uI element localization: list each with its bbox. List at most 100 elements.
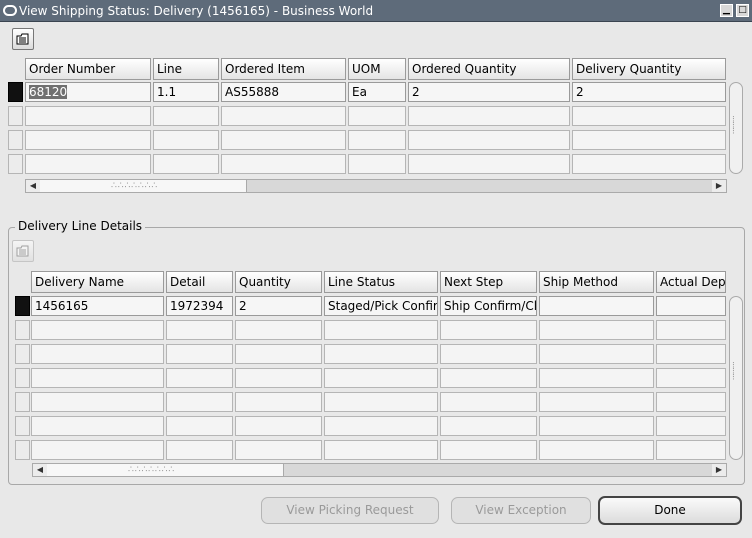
table-cell[interactable]: 2: [235, 296, 322, 316]
empty-cell[interactable]: [153, 154, 219, 174]
column-header[interactable]: Order Number: [25, 58, 151, 80]
empty-cell[interactable]: [440, 344, 537, 364]
empty-cell[interactable]: [656, 320, 726, 340]
empty-cell[interactable]: [539, 440, 654, 460]
table-cell[interactable]: [656, 296, 726, 316]
empty-cell[interactable]: [408, 154, 570, 174]
column-header[interactable]: Next Step: [440, 271, 537, 293]
column-header[interactable]: Ordered Item: [221, 58, 346, 80]
row-indicator[interactable]: [15, 296, 30, 316]
empty-cell[interactable]: [166, 368, 233, 388]
row-indicator[interactable]: [15, 440, 30, 460]
empty-cell[interactable]: [221, 106, 346, 126]
empty-cell[interactable]: [221, 130, 346, 150]
order-lines-vscroll[interactable]: ⁝ ⁝ ⁝: [729, 82, 743, 174]
row-indicator[interactable]: [15, 368, 30, 388]
row-indicator[interactable]: [15, 392, 30, 412]
row-indicator[interactable]: [15, 320, 30, 340]
empty-cell[interactable]: [235, 440, 322, 460]
details-hscroll[interactable]: ◀ ∴∴∴∴∴∴∴ ▶: [32, 463, 727, 477]
row-indicator[interactable]: [8, 106, 23, 126]
empty-cell[interactable]: [572, 106, 726, 126]
details-vscroll[interactable]: ⁝ ⁝ ⁝: [729, 296, 743, 460]
table-cell[interactable]: [539, 296, 654, 316]
empty-cell[interactable]: [656, 416, 726, 436]
row-indicator[interactable]: [15, 344, 30, 364]
empty-cell[interactable]: [440, 368, 537, 388]
table-cell[interactable]: Ea: [348, 82, 406, 102]
table-cell[interactable]: 1.1: [153, 82, 219, 102]
column-header[interactable]: UOM: [348, 58, 406, 80]
empty-cell[interactable]: [440, 320, 537, 340]
empty-cell[interactable]: [25, 154, 151, 174]
column-header[interactable]: Quantity: [235, 271, 322, 293]
empty-cell[interactable]: [235, 416, 322, 436]
folder-tools-button[interactable]: [12, 28, 34, 50]
scroll-right-arrow[interactable]: ▶: [712, 180, 726, 192]
empty-cell[interactable]: [166, 440, 233, 460]
empty-cell[interactable]: [539, 320, 654, 340]
empty-cell[interactable]: [324, 440, 438, 460]
row-indicator[interactable]: [15, 416, 30, 436]
empty-cell[interactable]: [31, 344, 164, 364]
empty-cell[interactable]: [348, 130, 406, 150]
empty-cell[interactable]: [539, 392, 654, 412]
table-cell[interactable]: 2: [408, 82, 570, 102]
empty-cell[interactable]: [572, 130, 726, 150]
empty-cell[interactable]: [235, 392, 322, 412]
empty-cell[interactable]: [31, 440, 164, 460]
table-cell[interactable]: 1456165: [31, 296, 164, 316]
empty-cell[interactable]: [31, 320, 164, 340]
empty-cell[interactable]: [324, 344, 438, 364]
row-indicator[interactable]: [8, 130, 23, 150]
empty-cell[interactable]: [348, 154, 406, 174]
empty-cell[interactable]: [166, 392, 233, 412]
view-exception-button[interactable]: View Exception: [451, 497, 591, 524]
empty-cell[interactable]: [656, 344, 726, 364]
empty-cell[interactable]: [25, 106, 151, 126]
empty-cell[interactable]: [656, 392, 726, 412]
column-header[interactable]: Actual Departure Date: [656, 271, 726, 293]
empty-cell[interactable]: [539, 368, 654, 388]
maximize-button[interactable]: □: [736, 4, 749, 17]
empty-cell[interactable]: [235, 320, 322, 340]
done-button[interactable]: Done: [598, 496, 742, 525]
table-cell[interactable]: 2: [572, 82, 726, 102]
empty-cell[interactable]: [324, 320, 438, 340]
details-folder-tools-button[interactable]: [12, 240, 34, 262]
empty-cell[interactable]: [153, 106, 219, 126]
column-header[interactable]: Detail: [166, 271, 233, 293]
order-lines-hscroll[interactable]: ◀ ∴∴∴∴∴∴∴ ▶: [25, 179, 727, 193]
empty-cell[interactable]: [31, 416, 164, 436]
column-header[interactable]: Delivery Quantity: [572, 58, 726, 80]
empty-cell[interactable]: [539, 416, 654, 436]
column-header[interactable]: Line Status: [324, 271, 438, 293]
empty-cell[interactable]: [25, 130, 151, 150]
empty-cell[interactable]: [440, 392, 537, 412]
empty-cell[interactable]: [166, 344, 233, 364]
empty-cell[interactable]: [440, 440, 537, 460]
column-header[interactable]: Delivery Name: [31, 271, 164, 293]
table-cell[interactable]: 68120: [25, 82, 151, 102]
empty-cell[interactable]: [348, 106, 406, 126]
empty-cell[interactable]: [656, 368, 726, 388]
scroll-left-arrow[interactable]: ◀: [33, 464, 47, 476]
row-indicator[interactable]: [8, 154, 23, 174]
empty-cell[interactable]: [656, 440, 726, 460]
empty-cell[interactable]: [408, 106, 570, 126]
empty-cell[interactable]: [31, 368, 164, 388]
column-header[interactable]: Ship Method: [539, 271, 654, 293]
table-cell[interactable]: AS55888: [221, 82, 346, 102]
table-cell[interactable]: Ship Confirm/Close Trip Stop: [440, 296, 537, 316]
row-indicator[interactable]: [8, 82, 23, 102]
table-cell[interactable]: Staged/Pick Confirmed: [324, 296, 438, 316]
empty-cell[interactable]: [235, 368, 322, 388]
view-picking-request-button[interactable]: View Picking Request: [261, 497, 439, 524]
window-menu-icon[interactable]: [3, 5, 17, 16]
column-header[interactable]: Ordered Quantity: [408, 58, 570, 80]
empty-cell[interactable]: [408, 130, 570, 150]
empty-cell[interactable]: [221, 154, 346, 174]
empty-cell[interactable]: [440, 416, 537, 436]
minimize-button[interactable]: ▁: [720, 4, 733, 17]
empty-cell[interactable]: [324, 392, 438, 412]
